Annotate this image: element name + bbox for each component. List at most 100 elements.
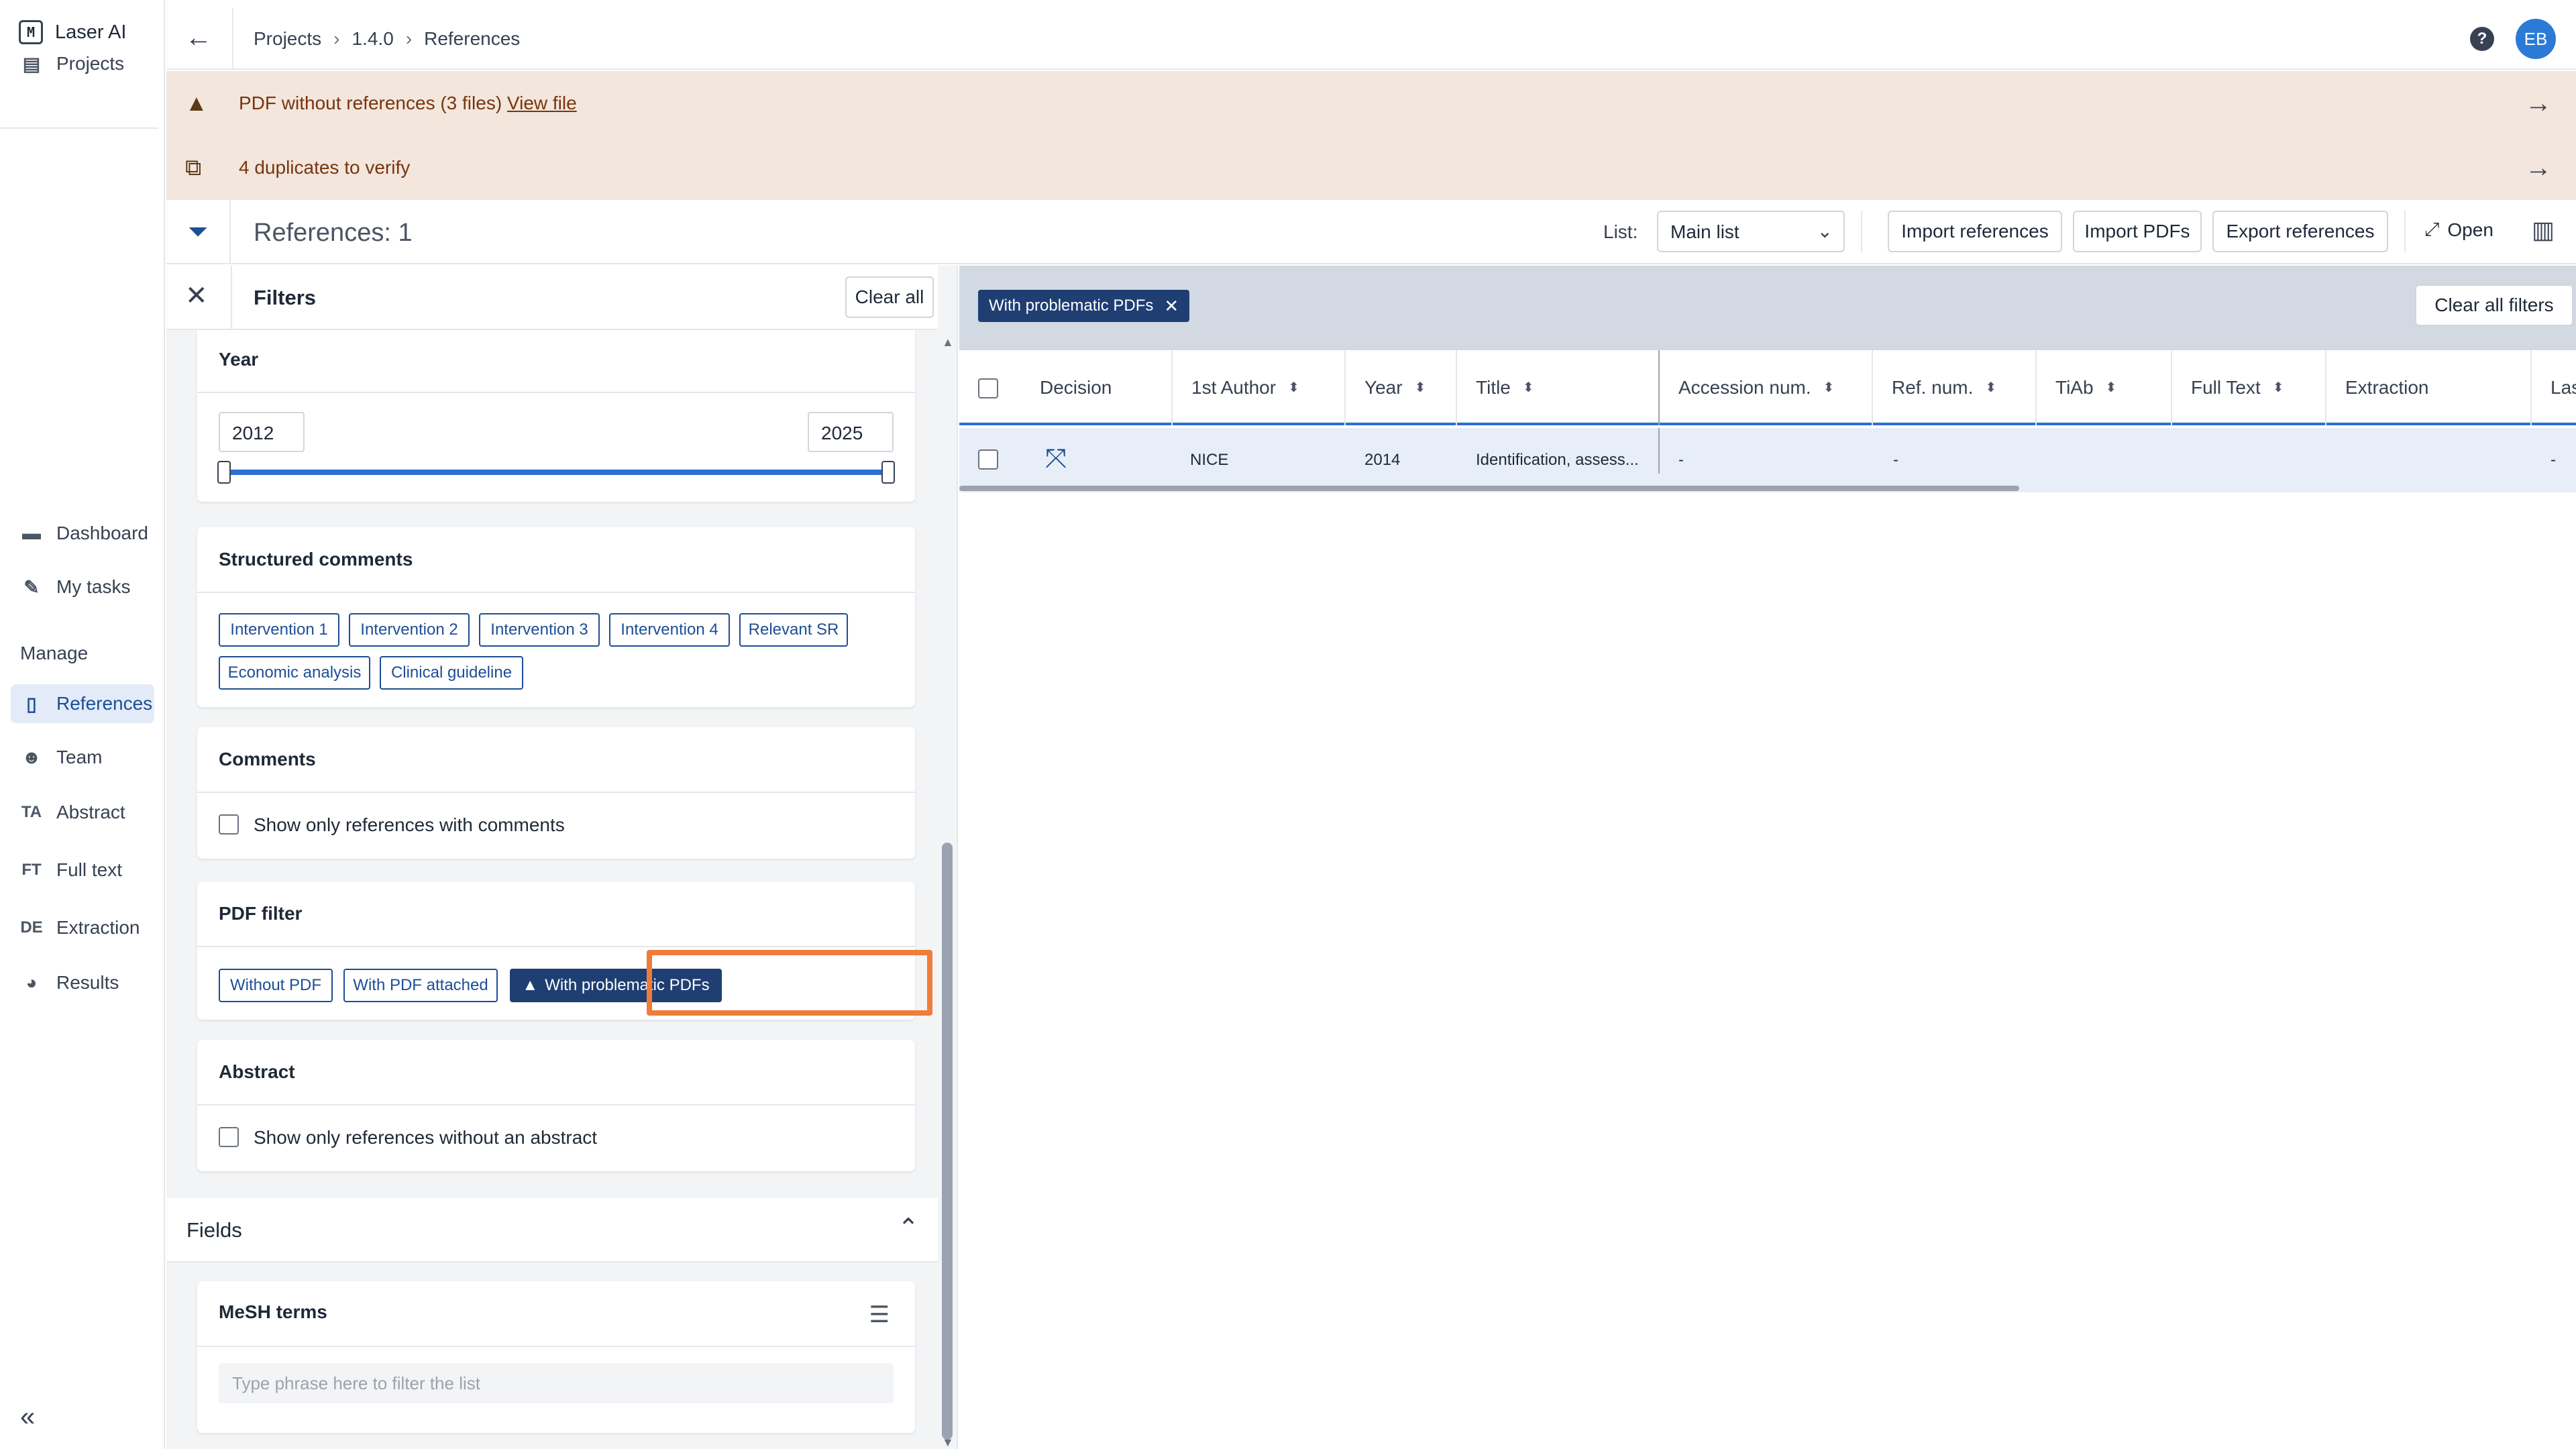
collapse-sidebar-icon[interactable]: « <box>20 1402 35 1432</box>
clear-all-button[interactable]: Clear all <box>845 276 934 318</box>
column-header-ref-num[interactable]: Ref. num. ⬍ <box>1892 377 1996 398</box>
column-divider <box>2035 350 2037 425</box>
column-label-last: Las <box>2551 377 2576 398</box>
breadcrumb-references: References <box>424 28 521 49</box>
nav-item-abstract[interactable]: TA Abstract <box>11 793 154 832</box>
select-all-checkbox[interactable] <box>978 378 998 398</box>
list-label: List: <box>1603 221 1638 242</box>
app-name: Laser AI <box>55 21 127 43</box>
tag-intervention-1[interactable]: Intervention 1 <box>219 613 339 647</box>
row-checkbox[interactable] <box>978 449 998 470</box>
sort-icon[interactable]: ⬍ <box>1523 381 1534 394</box>
filters-scrollbar-thumb[interactable] <box>942 843 953 1440</box>
tag-economic-analysis[interactable]: Economic analysis <box>219 656 370 690</box>
table-horizontal-scrollbar[interactable] <box>959 486 2019 491</box>
top-bar: ← Projects › 1.4.0 › References ? EB <box>166 8 2576 70</box>
column-divider <box>1171 350 1173 425</box>
columns-icon[interactable]: ▥ <box>2532 216 2555 244</box>
nav-item-projects[interactable]: ▤ Projects <box>11 44 154 83</box>
year-slider-min-handle[interactable] <box>217 461 231 484</box>
sort-icon[interactable]: ⬍ <box>1415 381 1426 394</box>
pdf-warning-banner[interactable]: ▲ PDF without references (3 files) View … <box>166 71 2576 136</box>
export-references-button[interactable]: Export references <box>2212 211 2388 252</box>
comments-checkbox[interactable] <box>219 814 239 835</box>
chevron-right-icon: › <box>405 28 413 49</box>
sort-icon[interactable]: ⬍ <box>2106 381 2117 394</box>
sort-icon[interactable]: ⬍ <box>1288 381 1299 394</box>
nav-item-full-text[interactable]: FT Full text <box>11 851 154 890</box>
tag-relevant-sr[interactable]: Relevant SR <box>739 613 848 647</box>
column-label-ref-num: Ref. num. <box>1892 377 1974 398</box>
import-pdfs-button[interactable]: Import PDFs <box>2073 211 2202 252</box>
sort-icon[interactable]: ⬍ <box>1985 381 1996 394</box>
fields-section-header[interactable]: Fields ⌃ <box>166 1198 938 1263</box>
arrow-right-icon[interactable]: → <box>2525 153 2552 183</box>
column-divider <box>1658 428 1660 474</box>
scroll-up-icon[interactable]: ▲ <box>942 335 954 350</box>
view-file-link[interactable]: View file <box>507 93 577 113</box>
sort-icon[interactable]: ⬍ <box>2273 381 2284 394</box>
close-icon[interactable]: ✕ <box>1164 296 1179 317</box>
scroll-down-icon[interactable]: ▼ <box>942 1436 954 1449</box>
expand-icon: ⤢ <box>2424 219 2440 239</box>
list-select[interactable]: Main list ⌄ <box>1657 211 1845 252</box>
open-button[interactable]: ⤢ Open <box>2424 219 2493 241</box>
year-slider-max-handle[interactable] <box>881 461 895 484</box>
nav-label-my-tasks: My tasks <box>56 576 131 597</box>
breadcrumb-projects[interactable]: Projects <box>254 28 321 50</box>
table-row[interactable]: ⤧ NICE 2014 Identification, assess... - … <box>959 428 2576 492</box>
column-header-decision[interactable]: Decision <box>1040 377 1112 398</box>
nav-item-results[interactable]: ◕ Results <box>11 963 154 1002</box>
arrow-right-icon[interactable]: → <box>2525 89 2552 119</box>
mesh-terms-search-input[interactable] <box>219 1363 894 1403</box>
year-max-input[interactable]: 2025 <box>808 412 894 452</box>
chevron-up-icon[interactable]: ⌃ <box>898 1213 919 1243</box>
abstract-checkbox-label: Show only references without an abstract <box>254 1127 598 1148</box>
breadcrumb-version[interactable]: 1.4.0 <box>352 28 393 50</box>
column-header-tiab[interactable]: TiAb ⬍ <box>2055 377 2116 398</box>
duplicates-banner[interactable]: ⧉ 4 duplicates to verify → <box>166 136 2576 200</box>
toolbar-divider <box>1861 211 1862 252</box>
nav-item-my-tasks[interactable]: ✎ My tasks <box>11 568 154 606</box>
abstract-checkbox[interactable] <box>219 1127 239 1147</box>
column-header-full-text[interactable]: Full Text ⬍ <box>2191 377 2284 398</box>
app-logo[interactable]: M Laser AI <box>19 20 126 44</box>
nav-heading-manage: Manage <box>20 643 89 663</box>
import-references-button[interactable]: Import references <box>1888 211 2062 252</box>
clear-all-filters-button[interactable]: Clear all filters <box>2415 284 2573 326</box>
nav-item-references[interactable]: ▯ References <box>11 684 154 723</box>
pdf-filter-without-pdf[interactable]: Without PDF <box>219 969 333 1002</box>
tag-intervention-3[interactable]: Intervention 3 <box>479 613 600 647</box>
help-icon[interactable]: ? <box>2470 27 2494 51</box>
pdf-filter-with-pdf-attached[interactable]: With PDF attached <box>343 969 498 1002</box>
back-arrow-icon[interactable]: ← <box>185 23 212 53</box>
avatar[interactable]: EB <box>2516 19 2556 59</box>
sort-icon[interactable]: ⬍ <box>1823 381 1835 394</box>
conflict-arrows-icon[interactable]: ⤧ <box>1045 444 1067 474</box>
structured-comments-card: Structured comments Intervention 1 Inter… <box>197 527 915 707</box>
nav-item-dashboard[interactable]: ▬ Dashboard <box>11 514 154 553</box>
list-icon[interactable]: ☰ <box>869 1301 890 1328</box>
column-header-last[interactable]: Las <box>2551 377 2576 398</box>
cell-accession-num: - <box>1678 451 1684 469</box>
column-header-accession-num[interactable]: Accession num. ⬍ <box>1678 377 1834 398</box>
close-icon[interactable]: ✕ <box>185 280 208 311</box>
column-label-1st-author: 1st Author <box>1191 377 1277 398</box>
column-divider <box>1658 350 1660 425</box>
nav-item-extraction[interactable]: DE Extraction <box>11 908 154 947</box>
column-header-title[interactable]: Title ⬍ <box>1476 377 1534 398</box>
filter-icon[interactable]: ⏷ <box>166 200 231 264</box>
cell-title[interactable]: Identification, assess... <box>1476 451 1639 470</box>
column-header-extraction[interactable]: Extraction <box>2345 377 2429 398</box>
tag-intervention-4[interactable]: Intervention 4 <box>609 613 730 647</box>
column-header-year[interactable]: Year ⬍ <box>1364 377 1426 398</box>
tag-clinical-guideline[interactable]: Clinical guideline <box>380 656 523 690</box>
year-range-slider[interactable] <box>224 470 888 475</box>
tag-intervention-2[interactable]: Intervention 2 <box>349 613 470 647</box>
active-filter-chip[interactable]: With problematic PDFs ✕ <box>978 290 1190 322</box>
column-label-decision: Decision <box>1040 377 1112 398</box>
column-header-1st-author[interactable]: 1st Author ⬍ <box>1191 377 1299 398</box>
nav-item-team[interactable]: ☻ Team <box>11 738 154 777</box>
references-toolbar: ⏷ References: 1 List: Main list ⌄ Import… <box>166 200 2576 264</box>
year-min-input[interactable]: 2012 <box>219 412 305 452</box>
